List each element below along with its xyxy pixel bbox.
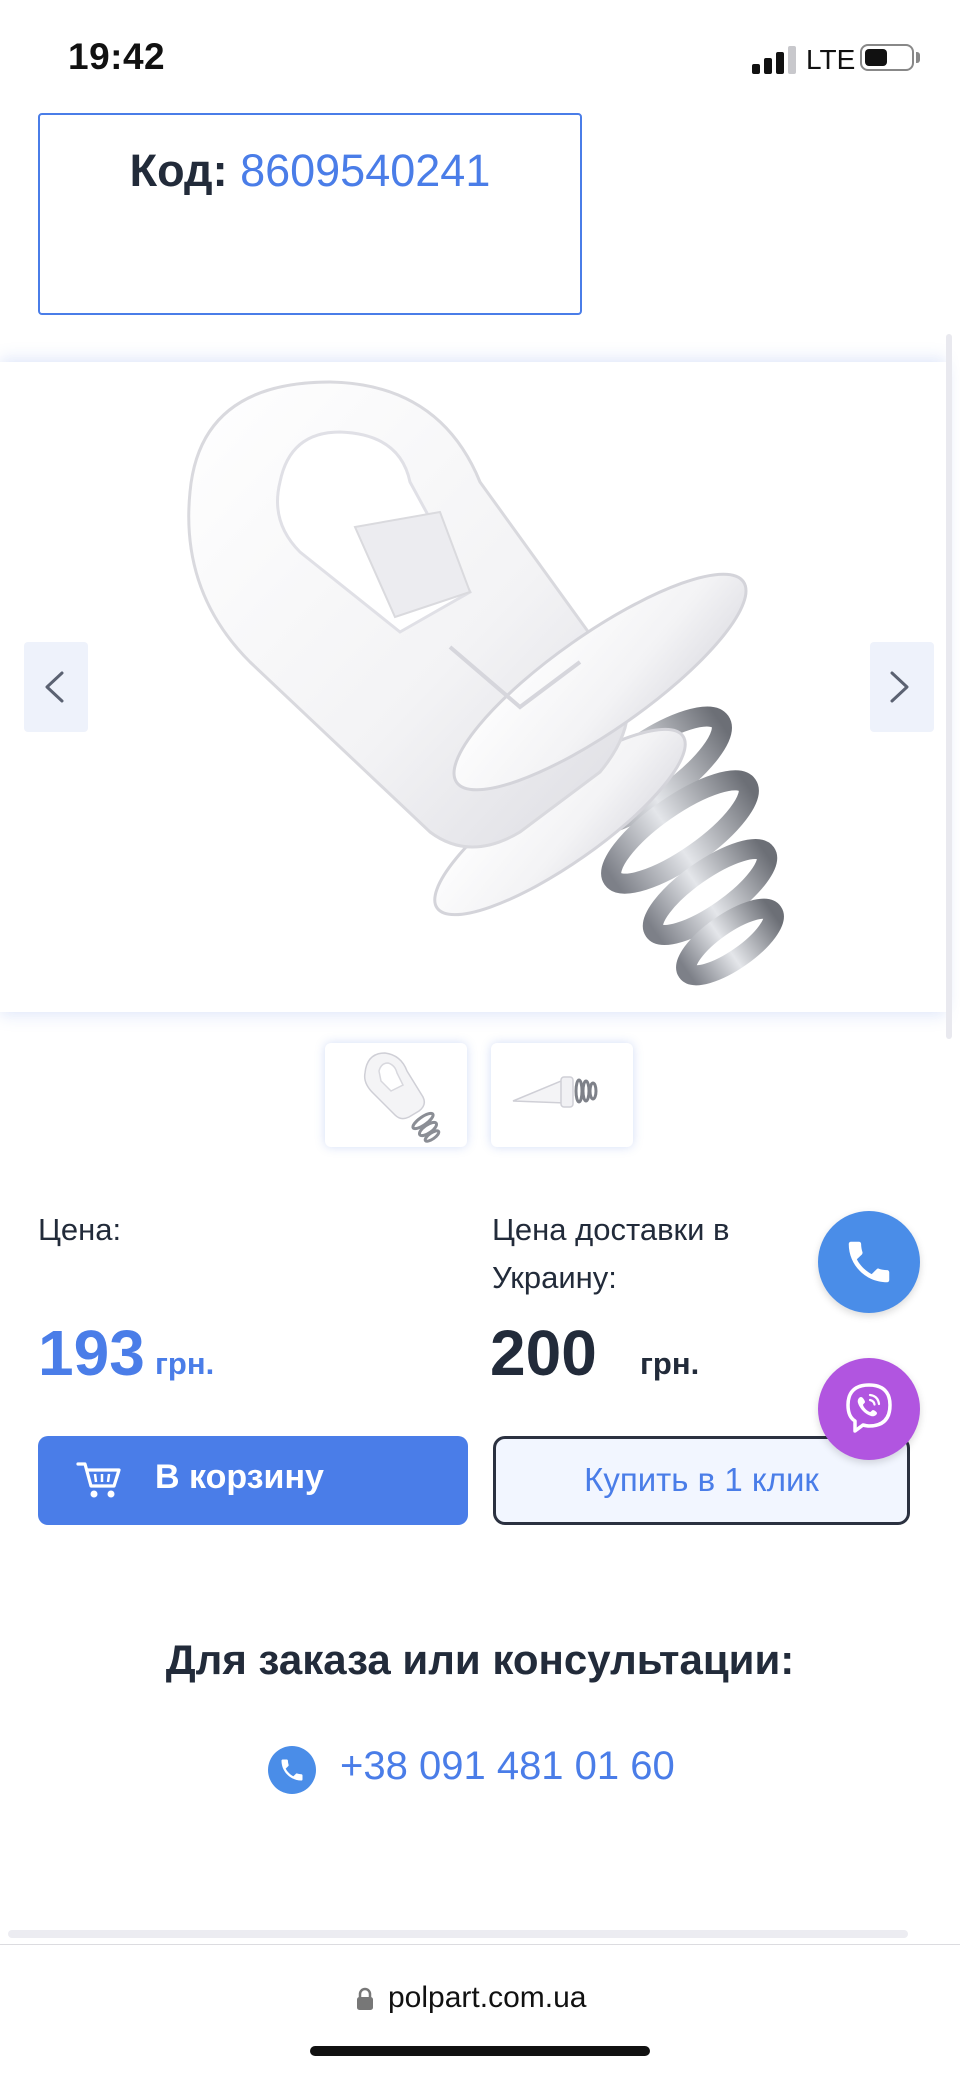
contact-title: Для заказа или консультации: xyxy=(165,1636,795,1683)
lock-icon xyxy=(357,1987,373,2010)
cart-icon xyxy=(76,1462,121,1498)
delivery-price-label: Цена доставки в Украину: xyxy=(492,1212,730,1295)
gallery-scrollbar[interactable] xyxy=(946,334,952,1039)
phone-icon xyxy=(268,1746,316,1794)
thumbnail-2[interactable] xyxy=(491,1043,633,1147)
product-image xyxy=(187,380,784,986)
home-indicator[interactable] xyxy=(310,2046,650,2056)
gallery-prev-button[interactable] xyxy=(24,642,88,732)
delivery-price-value: 200 xyxy=(490,1317,597,1389)
viber-icon xyxy=(846,1383,892,1433)
page-scrollbar[interactable] xyxy=(8,1930,908,1938)
status-time: 19:42 xyxy=(68,36,166,77)
product-code-label: Код: xyxy=(129,145,228,196)
chevron-left-icon xyxy=(45,671,64,703)
browser-address-bar[interactable]: polpart.com.ua xyxy=(0,1944,960,2078)
price-value: 193 xyxy=(38,1317,145,1389)
product-code-value: 8609540241 xyxy=(240,145,491,196)
phone-icon xyxy=(848,1241,890,1283)
price-label: Цена: xyxy=(38,1212,122,1247)
url-text[interactable]: polpart.com.ua xyxy=(388,1981,586,2015)
contact-phone-number[interactable]: +38 091 481 01 60 xyxy=(340,1744,675,1789)
floating-viber-button[interactable] xyxy=(818,1358,920,1460)
floating-call-button[interactable] xyxy=(818,1211,920,1313)
chevron-right-icon xyxy=(890,671,909,703)
delivery-price-currency: грн. xyxy=(640,1346,700,1381)
buy-one-click-label: Купить в 1 клик xyxy=(584,1461,819,1498)
product-code-box: Код: 8609540241 xyxy=(38,113,582,315)
add-to-cart-label: В корзину xyxy=(155,1458,324,1496)
gallery-next-button[interactable] xyxy=(870,642,934,732)
status-bar: 19:42 LTE xyxy=(0,0,960,100)
thumbnail-1[interactable] xyxy=(325,1043,467,1147)
signal-icon xyxy=(752,44,796,74)
battery-icon xyxy=(860,44,914,71)
network-type: LTE xyxy=(806,44,856,75)
add-to-cart-button[interactable]: В корзину xyxy=(38,1436,468,1525)
price-currency: грн. xyxy=(155,1346,215,1381)
product-image-gallery[interactable] xyxy=(0,362,946,1012)
